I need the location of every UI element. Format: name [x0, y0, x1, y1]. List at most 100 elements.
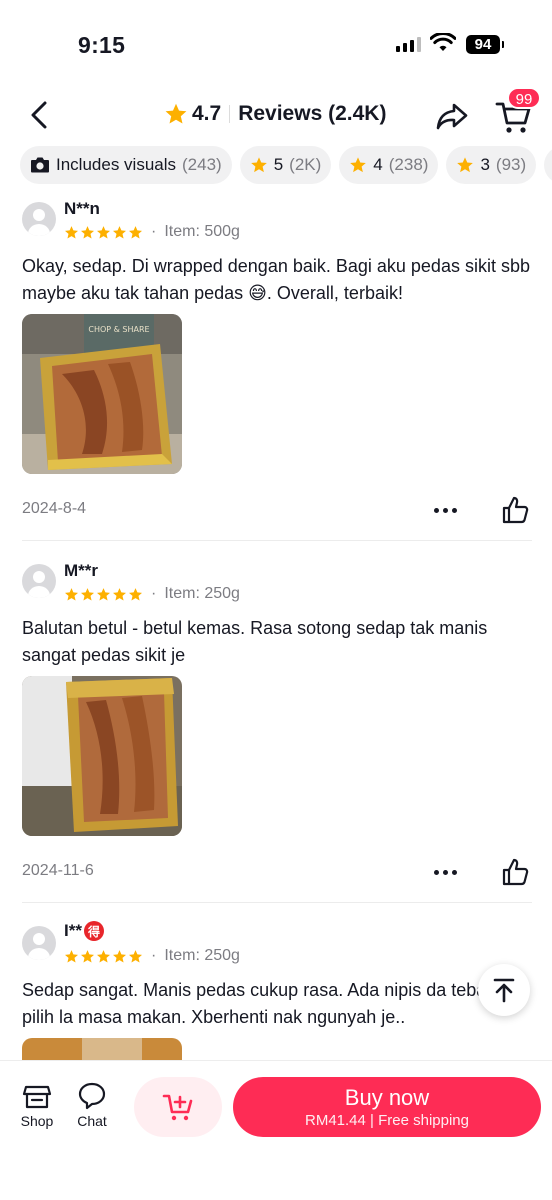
star-icon [129, 587, 142, 600]
divider [22, 540, 532, 541]
review-photo-image [22, 1038, 182, 1062]
star-icon [81, 587, 94, 600]
chat-button[interactable]: Chat [70, 1081, 114, 1129]
arrow-up-icon [493, 978, 515, 1003]
chat-icon [78, 1082, 106, 1110]
meta-separator: · [151, 223, 157, 240]
review-meta: · Item: 250g [64, 585, 240, 603]
review-text: Balutan betul - betul kemas. Rasa sotong… [22, 618, 488, 665]
average-rating: 4.7 [192, 102, 222, 125]
reviews-title: 4.7 Reviews (2.4K) [164, 102, 386, 126]
helpful-button[interactable] [500, 857, 530, 887]
more-options-button[interactable] [430, 862, 460, 882]
add-to-cart-button[interactable] [134, 1077, 222, 1137]
filter-chip-partial[interactable] [544, 146, 552, 184]
reviewer-name: N**n [64, 199, 100, 219]
filter-chip-3-star[interactable]: 3 (93) [446, 146, 537, 184]
bottom-action-bar: Shop Chat Buy now RM41.44 | Free shippin… [0, 1060, 552, 1200]
more-options-button[interactable] [430, 500, 460, 520]
dot-icon [442, 869, 448, 875]
meta-separator: · [151, 947, 157, 964]
filter-chip-count: (2K) [289, 155, 322, 174]
avatar[interactable] [22, 564, 56, 598]
review-meta: · Item: 500g [64, 223, 240, 241]
review-text: Sedap sangat. Manis pedas cukup rasa. Ad… [22, 980, 491, 1027]
star-icon [113, 225, 126, 238]
star-rating [64, 225, 143, 240]
reviewer-name-text: M**r [64, 561, 99, 580]
meta-separator: · [151, 585, 157, 602]
star-icon [81, 225, 94, 238]
buy-now-label: Buy now [344, 1084, 430, 1110]
filter-chip-count: (243) [182, 155, 222, 174]
shop-button[interactable]: Shop [15, 1081, 59, 1129]
reviews-count-title: Reviews (2.4K) [238, 102, 387, 125]
review-photo[interactable] [22, 676, 182, 836]
helpful-button[interactable] [500, 495, 530, 525]
back-button[interactable] [24, 100, 54, 130]
review-text: Okay, sedap. Di wrapped dengan baik. Bag… [22, 256, 530, 303]
review-date: 2024-8-4 [22, 500, 87, 517]
title-divider [229, 105, 231, 123]
filter-chip-label: 3 [480, 155, 490, 174]
add-to-cart-icon [162, 1094, 193, 1121]
reviewer-name: M**r [64, 561, 98, 581]
dot-icon [433, 869, 439, 875]
reviewer-badge: 得 [83, 921, 104, 941]
filter-chip-count: (238) [388, 155, 429, 174]
scroll-to-top-button[interactable] [478, 964, 530, 1016]
star-rating [64, 587, 143, 602]
star-icon [65, 225, 78, 238]
dot-icon [442, 507, 448, 513]
filter-chip-4-star[interactable]: 4 (238) [339, 146, 439, 184]
item-variant: Item: 500g [164, 223, 240, 240]
star-icon [113, 587, 126, 600]
camera-icon [31, 157, 49, 173]
star-icon [129, 225, 142, 238]
avatar[interactable] [22, 202, 56, 236]
cart-count-badge: 99 [507, 87, 541, 109]
battery-indicator: 94 [466, 35, 504, 54]
star-icon [65, 949, 78, 962]
filter-chip-label: Includes visuals [56, 155, 177, 174]
wifi-icon [430, 33, 456, 51]
filter-chip-visuals[interactable]: Includes visuals (243) [20, 146, 232, 184]
dot-icon [433, 507, 439, 513]
dot-icon [451, 507, 457, 513]
share-button[interactable] [434, 98, 470, 134]
divider [22, 902, 532, 903]
star-rating [64, 949, 143, 964]
reviewer-name-text: I** [64, 921, 82, 940]
star-icon [97, 587, 110, 600]
star-icon [65, 587, 78, 600]
star-icon [129, 949, 142, 962]
review-meta: · Item: 250g [64, 947, 240, 965]
star-icon [97, 949, 110, 962]
share-icon [436, 103, 468, 130]
item-variant: Item: 250g [164, 585, 240, 602]
status-time: 9:15 [78, 32, 126, 58]
star-icon [113, 949, 126, 962]
reviewer-name-text: N**n [64, 199, 100, 218]
review-filter-chips: Includes visuals (243) 5 (2K) 4 (238) 3 … [20, 146, 552, 186]
star-icon [81, 949, 94, 962]
review-photo-image: CHOP & SHARE [22, 314, 182, 474]
star-icon [250, 157, 267, 173]
buy-now-button[interactable]: Buy now RM41.44 | Free shipping [233, 1077, 541, 1137]
status-bar: 9:15 94 [0, 0, 552, 88]
filter-chip-label: 5 [273, 155, 284, 174]
star-icon [165, 103, 187, 124]
review-photo[interactable] [22, 1038, 182, 1062]
thumbs-up-icon [502, 858, 529, 886]
package-label: CHOP & SHARE [88, 325, 149, 334]
star-icon [97, 225, 110, 238]
reviewer-name: I** 得 [64, 921, 104, 941]
filter-chip-5-star[interactable]: 5 (2K) [239, 146, 332, 184]
chevron-left-icon [31, 101, 47, 129]
nav-bar: 4.7 Reviews (2.4K) [0, 88, 552, 144]
filter-chip-count: (93) [495, 155, 527, 174]
item-variant: Item: 250g [164, 947, 240, 964]
star-icon [350, 157, 367, 173]
review-photo[interactable]: CHOP & SHARE [22, 314, 182, 474]
avatar[interactable] [22, 926, 56, 960]
